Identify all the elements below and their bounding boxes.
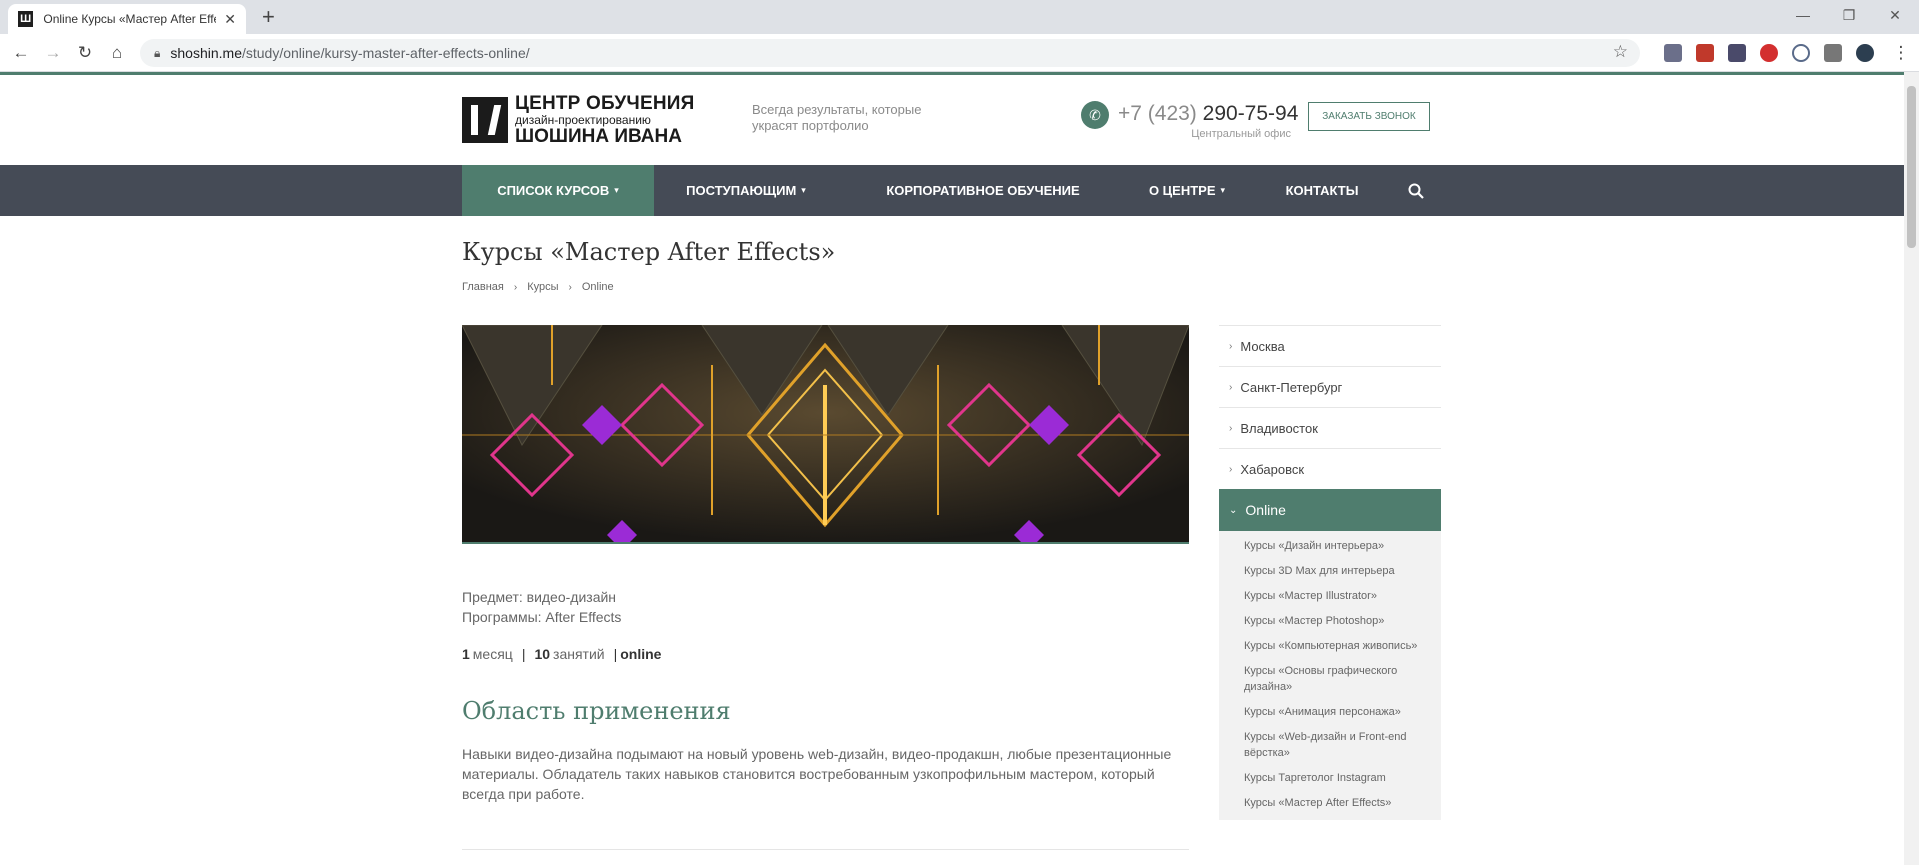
site-favicon-icon: Ш: [18, 11, 34, 27]
eyedropper-extension-icon[interactable]: [1664, 44, 1682, 62]
back-arrow-icon[interactable]: ←: [8, 40, 34, 66]
chevron-right-icon: ›: [1229, 340, 1233, 352]
chevron-down-icon: ▾: [801, 185, 806, 195]
sidebar-course-list: Курсы «Дизайн интерьера» Курсы 3D Max дл…: [1219, 531, 1441, 820]
sidebar-course-link[interactable]: Курсы «Анимация персонажа»: [1244, 704, 1423, 720]
sidebar-item-spb[interactable]: › Санкт-Петербург: [1219, 366, 1441, 407]
scrollbar-thumb[interactable]: [1907, 86, 1916, 248]
sidebar-course-link[interactable]: Курсы «Основы графического дизайна»: [1244, 663, 1423, 695]
sidebar-item-vladivostok[interactable]: › Владивосток: [1219, 407, 1441, 448]
logo-line-2: дизайн-проектированию: [515, 113, 651, 127]
nav-item-courses[interactable]: СПИСОК КУРСОВ ▾: [462, 165, 654, 216]
office-label: Центральный офис: [1191, 128, 1291, 140]
sidebar-item-moscow[interactable]: › Москва: [1219, 325, 1441, 366]
reload-icon[interactable]: ↻: [72, 40, 98, 66]
address-bar[interactable]: 🔒︎ shoshin.me/study/online/kursy-master-…: [140, 39, 1640, 67]
sidebar-course-link[interactable]: Курсы «Мастер Illustrator»: [1244, 588, 1423, 604]
tab-title: Online Курсы «Мастер After Effe: [43, 12, 217, 26]
chevron-down-icon: ▾: [614, 185, 619, 195]
course-meta: 1 месяц | 10 занятий | online: [462, 646, 661, 662]
duration-number: 1: [462, 646, 470, 662]
url-text: shoshin.me/study/online/kursy-master-aft…: [170, 45, 530, 61]
minimize-button[interactable]: —: [1780, 2, 1826, 28]
divider: [462, 849, 1189, 850]
image-extension-icon[interactable]: [1728, 44, 1746, 62]
nav-item-about[interactable]: О ЦЕНТРЕ ▾: [1136, 165, 1238, 216]
browser-tab-strip: Ш Online Курсы «Мастер After Effe ✕ + — …: [0, 0, 1919, 34]
lessons-unit: занятий: [553, 646, 605, 662]
meta-separator: |: [613, 646, 618, 662]
menu-kebab-icon[interactable]: ⋮: [1888, 40, 1914, 66]
course-subject: Предмет: видео-дизайн: [462, 589, 617, 605]
new-tab-button[interactable]: +: [262, 4, 275, 30]
sidebar-course-link[interactable]: Курсы «Web-дизайн и Front-end вёрстка»: [1244, 729, 1423, 761]
phone-icon: ✆: [1081, 101, 1109, 129]
close-window-button[interactable]: ✕: [1872, 2, 1918, 28]
section-text: Навыки видео-дизайна подымают на новый у…: [462, 746, 1172, 802]
nav-item-applicants[interactable]: ПОСТУПАЮЩИМ ▾: [670, 165, 822, 216]
sidebar-item-khabarovsk[interactable]: › Хабаровск: [1219, 448, 1441, 489]
header-tagline: Всегда результаты, которые украсят портф…: [752, 102, 922, 133]
sidebar-course-link[interactable]: Курсы Таргетолог Instagram: [1244, 770, 1423, 786]
sidebar: › Москва › Санкт-Петербург › Владивосток › Х…: [1219, 325, 1441, 820]
page-scrollbar[interactable]: [1904, 72, 1919, 865]
bookmark-star-icon[interactable]: ☆: [1613, 42, 1628, 62]
browser-tab[interactable]: Ш Online Курсы «Мастер After Effe ✕: [8, 4, 246, 34]
sidebar-course-link[interactable]: Курсы «Компьютерная живопись»: [1244, 638, 1423, 654]
sidebar-course-link[interactable]: Курсы 3D Max для интерьера: [1244, 563, 1423, 579]
extensions-puzzle-icon[interactable]: [1824, 44, 1842, 62]
page-title: Курсы «Мастер After Effects»: [462, 238, 836, 266]
logo-line-3: ШОШИНА ИВАНА: [515, 126, 682, 147]
browser-toolbar: ← → ↻ ⌂ 🔒︎ shoshin.me/study/online/kursy…: [0, 34, 1919, 72]
chevron-right-icon: ›: [1229, 422, 1233, 434]
profile-avatar[interactable]: [1856, 44, 1874, 62]
chevron-right-icon: ›: [1229, 463, 1233, 475]
sidebar-course-link[interactable]: Курсы «Мастер After Effects»: [1244, 795, 1423, 811]
site-header: ЦЕНТР ОБУЧЕНИЯ дизайн-проектированию ШОШ…: [0, 75, 1904, 165]
sidebar-item-online[interactable]: ⌄ Online: [1219, 489, 1441, 531]
sidebar-course-link[interactable]: Курсы «Дизайн интерьера»: [1244, 538, 1423, 554]
lessons-number: 10: [534, 646, 551, 662]
logo-line-1: ЦЕНТР ОБУЧЕНИЯ: [515, 93, 695, 114]
home-icon[interactable]: ⌂: [104, 40, 130, 66]
lock-icon: 🔒︎: [154, 45, 161, 60]
breadcrumb-home[interactable]: Главная: [462, 281, 504, 293]
breadcrumb-current: Online: [581, 281, 614, 293]
chevron-down-icon: ⌄: [1229, 504, 1238, 516]
phone-number[interactable]: +7 (423) 290-75-94: [1118, 102, 1298, 126]
sidebar-course-link[interactable]: Курсы «Мастер Photoshop»: [1244, 613, 1423, 629]
nav-item-contacts[interactable]: КОНТАКТЫ: [1278, 165, 1366, 216]
nav-item-corporate[interactable]: КОРПОРАТИВНОЕ ОБУЧЕНИЕ: [872, 165, 1094, 216]
course-info: Предмет: видео-дизайн Программы: After E…: [462, 587, 621, 627]
circle-extension-icon[interactable]: [1792, 44, 1810, 62]
breadcrumb: Главная › Курсы › Online: [462, 281, 614, 293]
meta-separator: |: [521, 646, 526, 662]
adblock-extension-icon[interactable]: [1760, 44, 1778, 62]
chevron-right-icon: ›: [568, 281, 572, 293]
chevron-down-icon: ▾: [1220, 185, 1226, 195]
site-logo[interactable]: ЦЕНТР ОБУЧЕНИЯ дизайн-проектированию ШОШ…: [462, 94, 694, 146]
breadcrumb-courses[interactable]: Курсы: [527, 281, 558, 293]
section-title: Область применения: [462, 697, 731, 725]
restore-button[interactable]: ❐: [1826, 2, 1872, 28]
main-navigation: СПИСОК КУРСОВ ▾ ПОСТУПАЮЩИМ ▾ КОРПОРАТИВНО…: [0, 165, 1904, 216]
course-programs: Программы: After Effects: [462, 609, 622, 625]
chevron-right-icon: ›: [513, 281, 518, 293]
logo-mark-icon: [462, 97, 508, 143]
chevron-right-icon: ›: [1229, 381, 1233, 393]
search-icon[interactable]: [1408, 165, 1424, 216]
forward-arrow-icon[interactable]: →: [40, 40, 66, 66]
close-tab-icon[interactable]: ✕: [224, 11, 236, 28]
course-banner-image: [462, 325, 1189, 544]
pdf-extension-icon[interactable]: [1696, 44, 1714, 62]
course-format: online: [620, 646, 662, 662]
duration-unit: месяц: [472, 646, 513, 662]
order-call-button[interactable]: ЗАКАЗАТЬ ЗВОНОК: [1308, 102, 1430, 131]
